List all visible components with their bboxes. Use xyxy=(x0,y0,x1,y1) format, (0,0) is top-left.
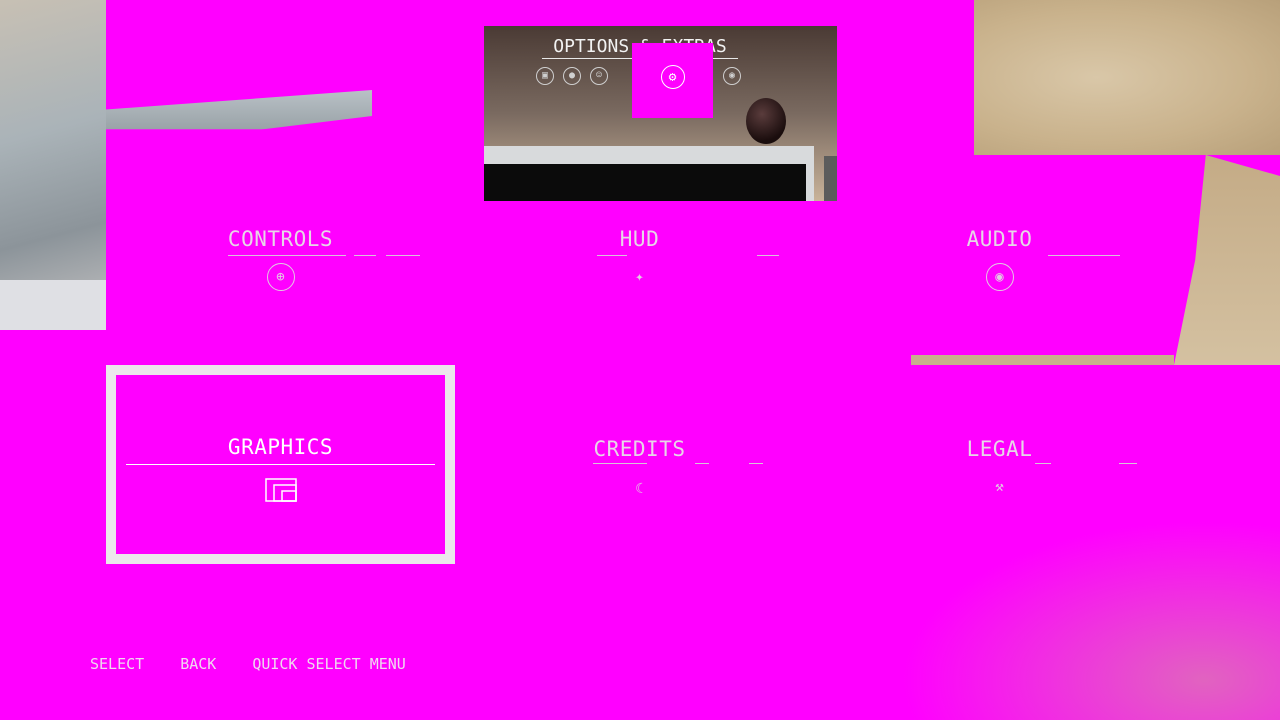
face-icon[interactable]: ☺ xyxy=(590,67,608,85)
background-sand-strip xyxy=(911,355,1174,365)
drop-icon[interactable]: ● xyxy=(563,67,581,85)
label-underline xyxy=(354,255,376,256)
label-underline xyxy=(1119,463,1137,464)
gavel-icon: ⚒ xyxy=(995,479,1004,495)
label-underline xyxy=(757,255,779,256)
tab-active[interactable]: ⚙ xyxy=(632,43,713,118)
back-prompt[interactable]: BACK xyxy=(180,655,216,673)
tile-label: CREDITS xyxy=(593,437,686,461)
tab-icons: ▣ ● ☺ xyxy=(536,67,608,85)
tile-label: CONTROLS xyxy=(227,227,334,251)
crosshair-icon: ✦ xyxy=(635,269,644,285)
background-sand-right xyxy=(1174,155,1280,365)
speaker-icon: ◉ xyxy=(985,263,1014,291)
tile-legal[interactable]: LEGAL ⚒ xyxy=(825,365,1174,564)
label-underline xyxy=(1035,463,1051,464)
footer-prompts: SELECT BACK QUICK SELECT MENU xyxy=(90,655,406,673)
tile-label: HUD xyxy=(619,227,660,251)
gear-knob xyxy=(746,98,786,144)
window-icon xyxy=(264,478,297,502)
tile-hud[interactable]: HUD ✦ xyxy=(465,155,814,354)
label-underline xyxy=(695,463,709,464)
tile-label: GRAPHICS xyxy=(227,435,334,459)
car-icon[interactable]: ▣ xyxy=(536,67,554,85)
moon-icon: ☾ xyxy=(635,481,644,497)
options-screen: OPTIONS & EXTRAS ▣ ● ☺ ⚙ ◉ CONTROLS ⊕ HU… xyxy=(0,0,1280,720)
steering-wheel-icon: ⊕ xyxy=(266,263,295,291)
tile-label: LEGAL xyxy=(966,437,1033,461)
background-car-stripe xyxy=(0,280,106,330)
quick-select-prompt[interactable]: QUICK SELECT MENU xyxy=(252,655,406,673)
label-underline xyxy=(386,255,420,256)
background-sand xyxy=(974,0,1280,155)
label-underline xyxy=(228,255,346,256)
label-underline xyxy=(597,255,627,256)
label-underline xyxy=(1048,255,1120,256)
gear-icon: ⚙ xyxy=(660,65,685,89)
tile-audio[interactable]: AUDIO ◉ xyxy=(825,155,1174,354)
select-prompt[interactable]: SELECT xyxy=(90,655,144,673)
label-underline xyxy=(593,463,647,464)
tile-controls[interactable]: CONTROLS ⊕ xyxy=(106,155,455,354)
tile-graphics[interactable]: GRAPHICS xyxy=(106,365,455,564)
record-icon[interactable]: ◉ xyxy=(723,67,741,85)
label-underline xyxy=(126,464,435,465)
background-car-roof xyxy=(106,90,372,149)
tile-credits[interactable]: CREDITS ☾ xyxy=(465,365,814,564)
tile-label: AUDIO xyxy=(966,227,1033,251)
label-underline xyxy=(749,463,763,464)
